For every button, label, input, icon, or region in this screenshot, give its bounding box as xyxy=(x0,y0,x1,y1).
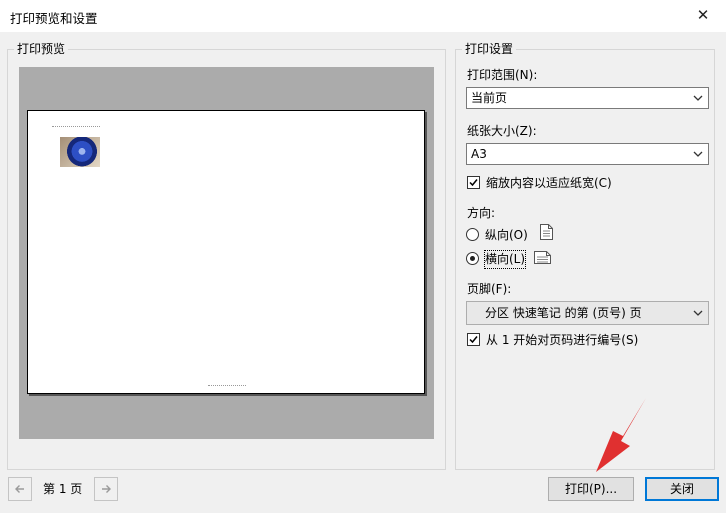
fit-width-label[interactable]: 缩放内容以适应纸宽(C) xyxy=(486,175,612,191)
settings-group-title: 打印设置 xyxy=(462,41,517,57)
radio-selected-dot xyxy=(470,256,475,261)
orientation-label: 方向: xyxy=(467,206,496,220)
start-numbering-checkbox[interactable] xyxy=(467,333,480,346)
arrow-left-icon xyxy=(15,485,24,493)
footer-label: 页脚(F): xyxy=(467,282,512,296)
chevron-down-icon xyxy=(693,95,703,101)
chevron-down-icon xyxy=(693,310,703,316)
preview-group-title: 打印预览 xyxy=(14,41,69,57)
prev-page-button[interactable] xyxy=(8,477,32,501)
footer-select[interactable]: 分区 快速笔记 的第 (页号) 页 xyxy=(466,301,709,325)
landscape-radio[interactable] xyxy=(466,252,479,265)
paper-size-select[interactable]: A3 xyxy=(466,143,709,165)
print-range-label: 打印范围(N): xyxy=(467,68,538,82)
preview-page xyxy=(27,110,425,394)
paper-size-value: A3 xyxy=(471,147,487,161)
rose-image-thumbnail xyxy=(60,137,100,167)
fit-width-checkbox[interactable] xyxy=(467,176,480,189)
start-numbering-label[interactable]: 从 1 开始对页码进行编号(S) xyxy=(486,332,638,348)
footer-value: 分区 快速笔记 的第 (页号) 页 xyxy=(485,306,642,320)
portrait-label[interactable]: 纵向(O) xyxy=(485,227,528,243)
close-button[interactable]: 关闭 xyxy=(645,477,719,501)
landscape-label[interactable]: 横向(L) xyxy=(485,251,525,267)
close-window-icon[interactable]: ✕ xyxy=(692,4,714,26)
arrow-right-icon xyxy=(102,485,111,493)
landscape-page-icon xyxy=(534,251,551,264)
page-indicator: 第 1 页 xyxy=(43,482,83,496)
page-footer-line xyxy=(208,385,246,388)
title-bar: 打印预览和设置 ✕ xyxy=(0,0,726,32)
paper-size-label: 纸张大小(Z): xyxy=(467,124,537,138)
chevron-down-icon xyxy=(693,151,703,157)
print-button[interactable]: 打印(P)... xyxy=(548,477,634,501)
portrait-radio[interactable] xyxy=(466,228,479,241)
print-range-select[interactable]: 当前页 xyxy=(466,87,709,109)
page-header-line xyxy=(52,126,100,129)
window-title: 打印预览和设置 xyxy=(10,11,98,26)
checkmark-icon xyxy=(469,179,478,187)
next-page-button[interactable] xyxy=(94,477,118,501)
portrait-page-icon xyxy=(540,224,553,240)
print-range-value: 当前页 xyxy=(471,91,508,105)
checkmark-icon xyxy=(469,336,478,344)
